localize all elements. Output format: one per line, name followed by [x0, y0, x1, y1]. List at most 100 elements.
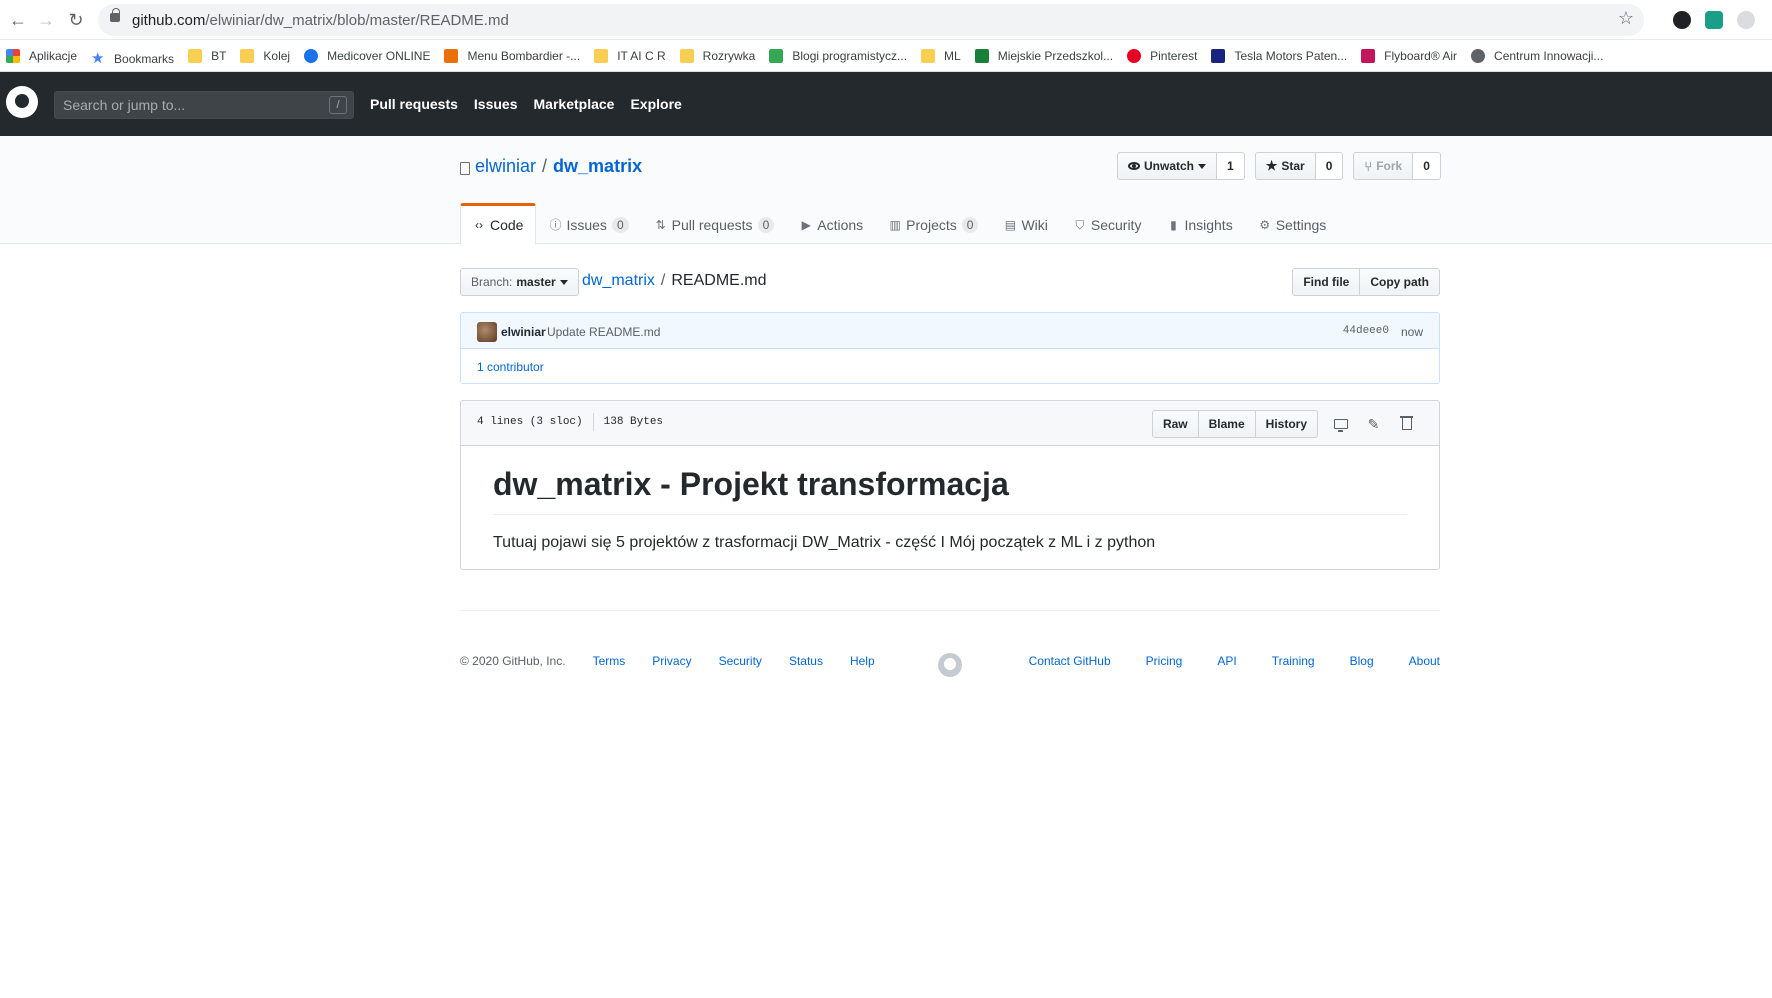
github-logo-icon[interactable]: [6, 86, 38, 118]
tab-projects[interactable]: ▥ Projects 0: [876, 203, 991, 244]
caret-down-icon: [1198, 163, 1207, 169]
unwatch-button[interactable]: Unwatch: [1117, 152, 1218, 180]
bookmark-item[interactable]: Tesla Motors Paten...: [1211, 40, 1355, 71]
trash-icon[interactable]: [1390, 410, 1423, 438]
forward-arrow-icon[interactable]: →: [34, 8, 58, 32]
star-count[interactable]: 0: [1315, 152, 1344, 180]
contributors-link[interactable]: 1 contributor: [477, 360, 544, 374]
footer-link-help[interactable]: Help: [850, 654, 875, 668]
footer-link-contact-github[interactable]: Contact GitHub: [1029, 654, 1111, 668]
bookmark-item[interactable]: Aplikacje: [6, 40, 85, 71]
profile-icon[interactable]: [1737, 11, 1755, 29]
repo-owner-link[interactable]: elwiniar: [475, 156, 536, 177]
bookmark-item[interactable]: Pinterest: [1127, 40, 1205, 71]
bookmark-item[interactable]: ★ Bookmarks: [91, 43, 182, 71]
desktop-icon[interactable]: [1324, 410, 1357, 438]
find-file-button[interactable]: Find file: [1292, 268, 1361, 296]
tab-actions[interactable]: ▶ Actions: [787, 203, 876, 244]
bookmark-label: Tesla Motors Paten...: [1234, 49, 1348, 63]
repo-title-separator: /: [542, 156, 548, 176]
bookmark-item[interactable]: BT: [188, 40, 234, 71]
folder-icon: [240, 49, 255, 63]
history-button[interactable]: History: [1255, 410, 1318, 438]
star-button[interactable]: ★ Star: [1254, 152, 1316, 180]
bookmark-item[interactable]: Menu Bombardier -...: [444, 40, 588, 71]
tab-label: Settings: [1275, 216, 1327, 233]
bookmark-item[interactable]: Rozrywka: [679, 40, 764, 71]
footer-link-pricing[interactable]: Pricing: [1146, 654, 1183, 668]
watch-count[interactable]: 1: [1217, 152, 1245, 180]
footer-link-blog[interactable]: Blog: [1350, 654, 1374, 668]
branch-select-button[interactable]: Branch: master: [460, 268, 579, 296]
tab-settings[interactable]: ⚙ Settings: [1246, 203, 1340, 244]
blog-icon: [769, 49, 784, 63]
copy-path-button[interactable]: Copy path: [1360, 268, 1440, 296]
bookmark-item[interactable]: Flyboard® Air: [1361, 40, 1465, 71]
tab-pull-requests[interactable]: ⇅ Pull requests 0: [642, 203, 788, 244]
footer-link-training[interactable]: Training: [1272, 654, 1315, 668]
tab-code[interactable]: ‹› Code: [460, 203, 537, 245]
footer-link-status[interactable]: Status: [789, 654, 823, 668]
bookmark-item[interactable]: Kolej: [240, 40, 298, 71]
bookmark-item[interactable]: Centrum Innowacji...: [1471, 40, 1611, 71]
fork-label: Fork: [1376, 159, 1403, 173]
extension-icon[interactable]: [1705, 11, 1723, 29]
file-nav-buttons: Find file Copy path: [1292, 268, 1440, 296]
footer-link-security[interactable]: Security: [719, 654, 762, 668]
nav-issues[interactable]: Issues: [474, 96, 518, 112]
tab-counter: 0: [961, 216, 979, 233]
pencil-icon[interactable]: ✎: [1357, 410, 1390, 438]
file-navigation: Branch: master dw_matrix / README.md Fin…: [460, 268, 1440, 296]
bookmark-item[interactable]: Miejskie Przedszkol...: [974, 40, 1121, 71]
bookmark-label: Kolej: [263, 49, 291, 63]
footer-link-about[interactable]: About: [1409, 654, 1440, 668]
tab-wiki[interactable]: ▤ Wiki: [991, 203, 1060, 244]
raw-button[interactable]: Raw: [1151, 410, 1199, 438]
tab-label: Code: [490, 217, 524, 233]
url-text: github.com/elwiniar/dw_matrix/blob/maste…: [132, 12, 509, 29]
commit-sha-link[interactable]: 44deee0: [1343, 325, 1389, 337]
file-lines: 4 lines (3 sloc): [477, 416, 583, 428]
url-path: /elwiniar/dw_matrix/blob/master/README.m…: [205, 12, 509, 29]
bookmark-item[interactable]: ML: [921, 40, 969, 71]
tab-security[interactable]: ⛉ Security: [1061, 203, 1155, 244]
footer-left: © 2020 GitHub, Inc. Terms Privacy Security…: [460, 654, 875, 668]
search-input[interactable]: [55, 92, 315, 118]
fork-count[interactable]: 0: [1413, 152, 1441, 180]
commit-message-link[interactable]: Update README.md: [547, 325, 660, 339]
footer-link-api[interactable]: API: [1217, 654, 1236, 668]
bookmark-item[interactable]: Blogi programistycz...: [769, 40, 915, 71]
tab-issues[interactable]: ⓘ Issues 0: [536, 203, 641, 244]
bookmark-star-icon[interactable]: ☆: [1618, 8, 1634, 29]
footer-link-terms[interactable]: Terms: [593, 654, 626, 668]
fork-icon: ⑂: [1364, 158, 1373, 174]
address-bar[interactable]: github.com/elwiniar/dw_matrix/blob/maste…: [98, 4, 1644, 36]
header-nav: Pull requests Issues Marketplace Explore: [370, 96, 682, 112]
bookmark-item[interactable]: IT AI C R: [594, 40, 673, 71]
fork-button[interactable]: ⑂ Fork: [1353, 152, 1414, 180]
branch-label: Branch:: [471, 275, 513, 289]
bookmark-label: Aplikacje: [29, 49, 78, 63]
folder-icon: [921, 49, 936, 63]
extension-icon[interactable]: [1673, 11, 1691, 29]
nav-pull-requests[interactable]: Pull requests: [370, 96, 458, 112]
commit-author-link[interactable]: elwiniar: [501, 325, 546, 339]
desktop-glyph: [1333, 419, 1348, 432]
file-info: 4 lines (3 sloc) 138 Bytes: [477, 413, 663, 431]
back-arrow-icon[interactable]: ←: [6, 8, 30, 32]
repo-name-link[interactable]: dw_matrix: [553, 156, 642, 177]
blame-button[interactable]: Blame: [1198, 410, 1256, 438]
breadcrumb-file: README.md: [671, 272, 767, 289]
readme-body: dw_matrix - Projekt transformacja Tutuaj…: [461, 446, 1439, 569]
github-mark-icon[interactable]: [938, 653, 962, 677]
breadcrumb-repo-link[interactable]: dw_matrix: [582, 272, 655, 290]
tab-insights[interactable]: ▮ Insights: [1154, 203, 1245, 244]
bookmark-item[interactable]: Medicover ONLINE: [304, 40, 438, 71]
nav-explore[interactable]: Explore: [630, 96, 681, 112]
footer-link-privacy[interactable]: Privacy: [652, 654, 691, 668]
search-box[interactable]: /: [54, 91, 354, 119]
pull-request-icon: ⇅: [655, 217, 666, 232]
nav-marketplace[interactable]: Marketplace: [534, 96, 615, 112]
avatar[interactable]: [477, 322, 497, 342]
reload-icon[interactable]: ↻: [64, 8, 88, 32]
